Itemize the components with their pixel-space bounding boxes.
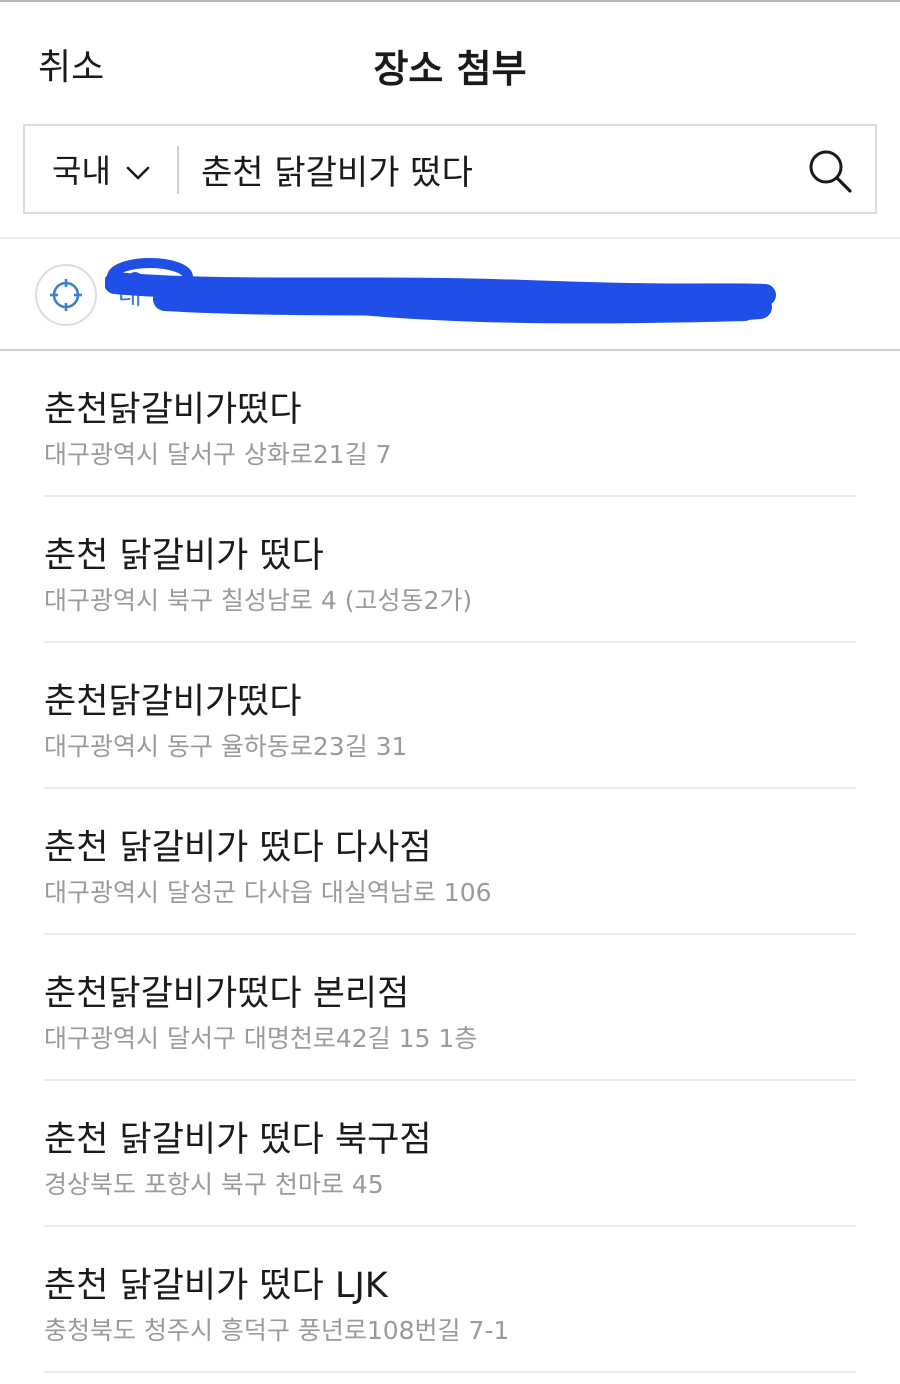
result-name: 춘천 닭갈비가 떴다 다사점 (44, 828, 432, 868)
result-address: 경상북도 포항시 북구 천마로 45 (44, 1170, 384, 1199)
result-address: 대구광역시 달서구 대명천로42길 15 1층 (44, 1024, 478, 1053)
search-divider (177, 146, 179, 194)
current-location-button[interactable] (35, 264, 97, 326)
search-results-list: 춘천닭갈비가떴다 대구광역시 달서구 상화로21길 7 춘천 닭갈비가 떴다 대… (0, 351, 900, 1373)
crosshair-icon (50, 279, 82, 311)
result-address: 대구광역시 달성군 다사읍 대실역남로 106 (44, 878, 492, 907)
search-bar: 국내 (23, 124, 877, 214)
result-name: 춘천닭갈비가떴다 (44, 682, 302, 722)
result-name: 춘천 닭갈비가 떴다 북구점 (44, 1120, 432, 1160)
region-dropdown[interactable]: 국내 (52, 126, 151, 212)
result-address: 대구광역시 달서구 상화로21길 7 (44, 440, 392, 469)
current-location-text: 대 (118, 281, 142, 311)
search-icon[interactable] (807, 148, 853, 194)
result-name: 춘천 닭갈비가 떴다 LJK (44, 1266, 388, 1306)
result-address: 대구광역시 동구 율하동로23길 31 (44, 732, 408, 761)
result-address: 대구광역시 북구 칠성남로 4 (고성동2가) (44, 586, 473, 615)
header: 취소 장소 첨부 (0, 2, 900, 120)
result-name: 춘천닭갈비가떴다 (44, 390, 302, 430)
search-input[interactable] (201, 138, 781, 200)
page-title: 장소 첨부 (373, 47, 527, 91)
search-result-item[interactable]: 춘천 닭갈비가 떴다 대구광역시 북구 칠성남로 4 (고성동2가) (44, 497, 856, 643)
result-name: 춘천닭갈비가떴다 본리점 (44, 974, 410, 1014)
search-result-item[interactable]: 춘천닭갈비가떴다 대구광역시 동구 율하동로23길 31 (44, 643, 856, 789)
search-result-item[interactable]: 춘천닭갈비가떴다 대구광역시 달서구 상화로21길 7 (44, 351, 856, 497)
search-result-item[interactable]: 춘천닭갈비가떴다 본리점 대구광역시 달서구 대명천로42길 15 1층 (44, 935, 856, 1081)
chevron-down-icon (125, 156, 151, 182)
search-result-item[interactable]: 춘천 닭갈비가 떴다 LJK 충청북도 청주시 흥덕구 풍년로108번길 7-1 (44, 1227, 856, 1373)
cancel-button[interactable]: 취소 (38, 38, 104, 90)
search-result-item[interactable]: 춘천 닭갈비가 떴다 다사점 대구광역시 달성군 다사읍 대실역남로 106 (44, 789, 856, 935)
search-result-item[interactable]: 춘천 닭갈비가 떴다 북구점 경상북도 포항시 북구 천마로 45 (44, 1081, 856, 1227)
result-address: 충청북도 청주시 흥덕구 풍년로108번길 7-1 (44, 1316, 510, 1345)
region-label: 국내 (52, 152, 111, 190)
current-location-row[interactable]: 대 (0, 239, 900, 349)
result-name: 춘천 닭갈비가 떴다 (44, 536, 324, 576)
